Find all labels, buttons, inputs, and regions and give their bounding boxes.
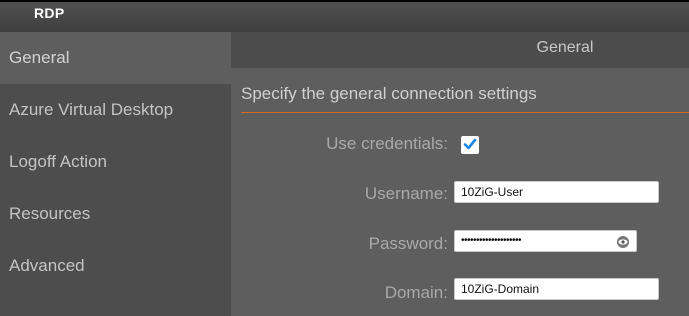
panel-header: General [231, 32, 689, 68]
password-label: Password: [368, 234, 448, 253]
window-title: RDP [34, 5, 65, 21]
password-value: •••••••••••••••••••• [461, 235, 522, 246]
sidebar-item-azure-virtual-desktop[interactable]: Azure Virtual Desktop [0, 84, 231, 136]
sidebar: General Azure Virtual Desktop Logoff Act… [0, 32, 231, 316]
checkmark-icon [463, 138, 477, 150]
panel-header-title: General [536, 39, 594, 56]
use-credentials-checkbox[interactable] [461, 136, 479, 154]
domain-label: Domain: [384, 283, 448, 302]
main-panel: General Specify the general connection s… [231, 32, 689, 316]
password-field[interactable]: •••••••••••••••••••• [454, 230, 637, 252]
rdp-settings-window: RDP General Azure Virtual Desktop Logoff… [0, 0, 689, 316]
use-credentials-label: Use credentials: [326, 134, 448, 153]
title-bar: RDP [0, 0, 689, 32]
section-divider [241, 112, 689, 113]
username-label: Username: [364, 184, 448, 203]
sidebar-item-logoff-action[interactable]: Logoff Action [0, 136, 231, 188]
sidebar-item-advanced[interactable]: Advanced [0, 240, 231, 292]
eye-icon[interactable] [616, 235, 630, 249]
domain-field[interactable]: 10ZiG-Domain [454, 278, 659, 300]
section-title: Specify the general connection settings [241, 84, 537, 103]
sidebar-item-resources[interactable]: Resources [0, 188, 231, 240]
sidebar-item-general[interactable]: General [0, 32, 231, 84]
username-field[interactable]: 10ZiG-User [454, 181, 659, 203]
